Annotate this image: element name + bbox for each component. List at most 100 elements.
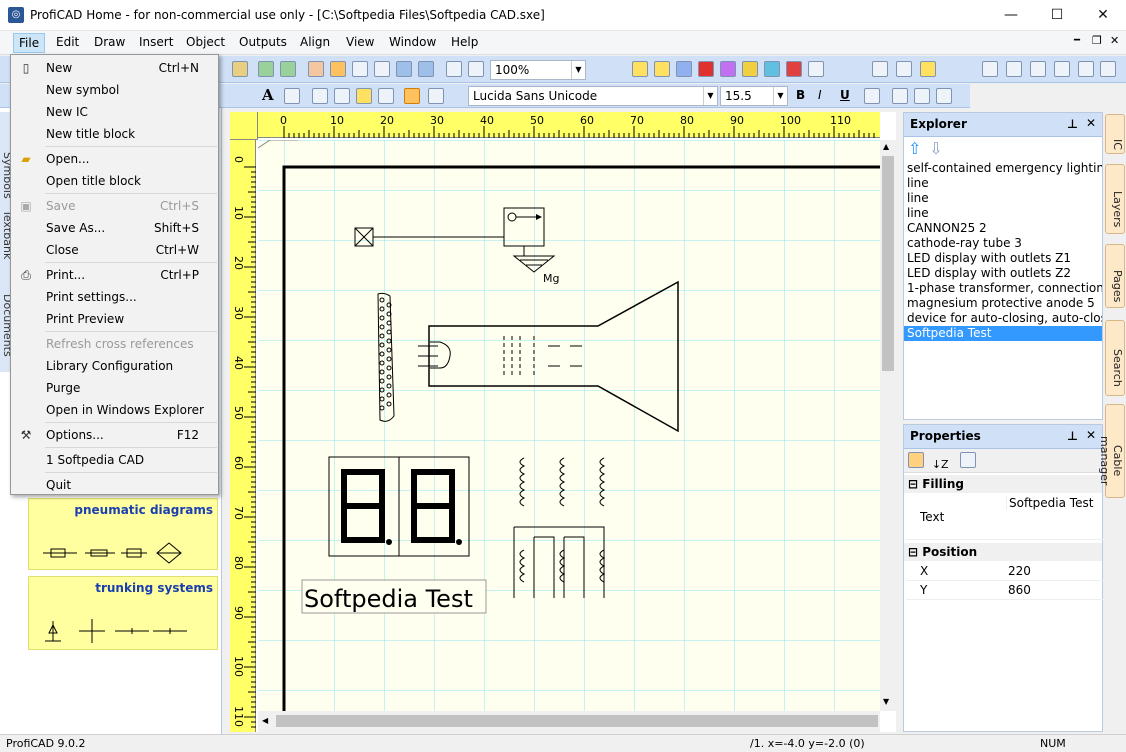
menu-item-new[interactable]: ▯ New Ctrl+N — [11, 57, 218, 79]
label-tool-icon[interactable] — [356, 88, 372, 104]
explorer-item[interactable]: LED display with outlets Z1 — [904, 251, 1102, 266]
underline-button[interactable]: U — [840, 88, 850, 102]
tab-pages[interactable]: Pages — [1105, 244, 1125, 308]
mdi-minimize-button[interactable]: ━ — [1074, 35, 1080, 46]
explorer-item[interactable]: cathode-ray tube 3 — [904, 236, 1102, 251]
collapse-icon[interactable]: ⊟ — [908, 477, 922, 491]
menu-insert[interactable]: Insert — [139, 35, 173, 49]
mdi-close-button[interactable]: ✕ — [1110, 34, 1119, 47]
select-arrow-icon[interactable] — [404, 88, 420, 104]
explorer-item[interactable]: line — [904, 176, 1102, 191]
textbox-icon[interactable] — [284, 88, 300, 104]
menu-item-open-title-block[interactable]: Open title block — [11, 170, 218, 192]
arrow-down-icon[interactable]: ⇩ — [929, 139, 942, 158]
prop-value[interactable]: 860 — [1008, 583, 1031, 597]
property-pages-icon[interactable] — [960, 452, 977, 468]
explorer-item[interactable]: CANNON25 2 — [904, 221, 1102, 236]
menu-window[interactable]: Window — [389, 35, 436, 49]
prop-group-position[interactable]: ⊟ Position — [904, 543, 1102, 561]
prop-row-y[interactable]: Y 860 — [906, 581, 1103, 600]
snap2-icon[interactable] — [418, 61, 434, 77]
text-align-right-icon[interactable] — [936, 88, 952, 104]
layers-icon[interactable] — [786, 61, 802, 77]
folder-icon[interactable] — [632, 61, 648, 77]
menu-item-new-symbol[interactable]: New symbol — [11, 79, 218, 101]
tab-search[interactable]: Search — [1105, 320, 1125, 396]
sort-az-icon[interactable]: ↓Z — [932, 458, 949, 471]
junction-icon[interactable] — [334, 88, 350, 104]
vertical-scroll-thumb[interactable] — [882, 156, 894, 371]
explorer-item[interactable]: magnesium protective anode 5 — [904, 296, 1102, 311]
list-icon[interactable] — [808, 61, 824, 77]
explorer-item[interactable]: device for auto-closing, auto-close re — [904, 311, 1102, 326]
menu-item-recent-file[interactable]: 1 Softpedia CAD — [11, 449, 218, 471]
paste-icon[interactable] — [232, 61, 248, 77]
minimize-button[interactable]: — — [988, 0, 1034, 31]
led-display-symbol[interactable] — [328, 456, 470, 557]
panel-close-icon[interactable]: ✕ — [1086, 116, 1096, 130]
zoom-icon[interactable] — [468, 61, 484, 77]
menu-item-quit[interactable]: Quit — [11, 474, 218, 496]
rotate-icon[interactable] — [352, 61, 368, 77]
library-trunking-systems[interactable]: trunking systems — [28, 576, 218, 650]
image-icon[interactable] — [258, 61, 274, 77]
menu-outputs[interactable]: Outputs — [239, 35, 287, 49]
wand-icon[interactable] — [720, 61, 736, 77]
align-bottom-icon[interactable] — [1100, 61, 1116, 77]
pin-icon[interactable]: ⊥ — [1067, 117, 1078, 131]
explorer-item-selected[interactable]: Softpedia Test — [904, 326, 1102, 341]
menu-item-options[interactable]: ⚒ Options... F12 — [11, 424, 218, 446]
menu-item-open-in-explorer[interactable]: Open in Windows Explorer — [11, 399, 218, 421]
hand-icon[interactable] — [428, 88, 444, 104]
italic-button[interactable]: I — [818, 88, 822, 102]
menu-edit[interactable]: Edit — [56, 35, 79, 49]
label-icon[interactable] — [742, 61, 758, 77]
prop-value[interactable]: Softpedia Test — [1006, 496, 1093, 510]
align-top-icon[interactable] — [1054, 61, 1070, 77]
drawing-sheet[interactable]: Mg Softpedia Test — [258, 140, 880, 711]
folder2-icon[interactable] — [654, 61, 670, 77]
text-align-center-icon[interactable] — [914, 88, 930, 104]
app-icon[interactable]: ◎ — [8, 7, 24, 23]
terminal-icon[interactable] — [378, 88, 394, 104]
menu-view[interactable]: View — [346, 35, 374, 49]
bold-button[interactable]: B — [796, 88, 805, 102]
menu-item-print[interactable]: ⎙ Print... Ctrl+P — [11, 264, 218, 286]
book-icon[interactable] — [764, 61, 780, 77]
prop-value[interactable]: 220 — [1008, 564, 1031, 578]
align-arrows-icon[interactable] — [374, 61, 390, 77]
menu-object[interactable]: Object — [186, 35, 225, 49]
close-button[interactable]: ✕ — [1080, 0, 1126, 31]
wire-icon[interactable] — [312, 88, 328, 104]
explorer-item[interactable]: line — [904, 206, 1102, 221]
frame-icon[interactable] — [872, 61, 888, 77]
align-right-icon[interactable] — [1030, 61, 1046, 77]
snap-icon[interactable] — [396, 61, 412, 77]
menu-file[interactable]: File — [13, 33, 46, 53]
font-name-select[interactable]: Lucida Sans Unicode ▼ — [468, 86, 718, 106]
mdi-restore-button[interactable]: ❐ — [1092, 34, 1102, 47]
zoom-select[interactable]: 100% ▼ — [490, 60, 586, 80]
tab-layers[interactable]: Layers — [1105, 164, 1125, 234]
image2-icon[interactable] — [280, 61, 296, 77]
panel-close-icon[interactable]: ✕ — [1086, 428, 1096, 442]
menu-draw[interactable]: Draw — [94, 35, 125, 49]
menu-item-print-settings[interactable]: Print settings... — [11, 286, 218, 308]
scroll-left-icon[interactable]: ◀ — [262, 716, 268, 725]
menu-item-new-title-block[interactable]: New title block — [11, 123, 218, 145]
scroll-down-icon[interactable]: ▼ — [883, 697, 889, 706]
find-icon[interactable] — [864, 88, 880, 104]
explorer-item[interactable]: line — [904, 191, 1102, 206]
text-align-left-icon[interactable] — [892, 88, 908, 104]
align-center-icon[interactable] — [1006, 61, 1022, 77]
menu-item-print-preview[interactable]: Print Preview — [11, 308, 218, 330]
prop-group-filling[interactable]: ⊟ Filling — [904, 475, 1102, 493]
prop-row-x[interactable]: X 220 — [906, 562, 1103, 581]
prop-row-text[interactable]: Text Softpedia Test — [906, 494, 1103, 540]
frame3-icon[interactable] — [920, 61, 936, 77]
vertical-scrollbar[interactable]: ▲ ▼ — [880, 140, 896, 711]
tab-ic[interactable]: IC — [1105, 114, 1125, 154]
collapse-icon[interactable]: ⊟ — [908, 545, 922, 559]
schematic-canvas[interactable]: Mg Softpedia Test — [258, 140, 880, 711]
pin-icon[interactable]: ⊥ — [1067, 429, 1078, 443]
